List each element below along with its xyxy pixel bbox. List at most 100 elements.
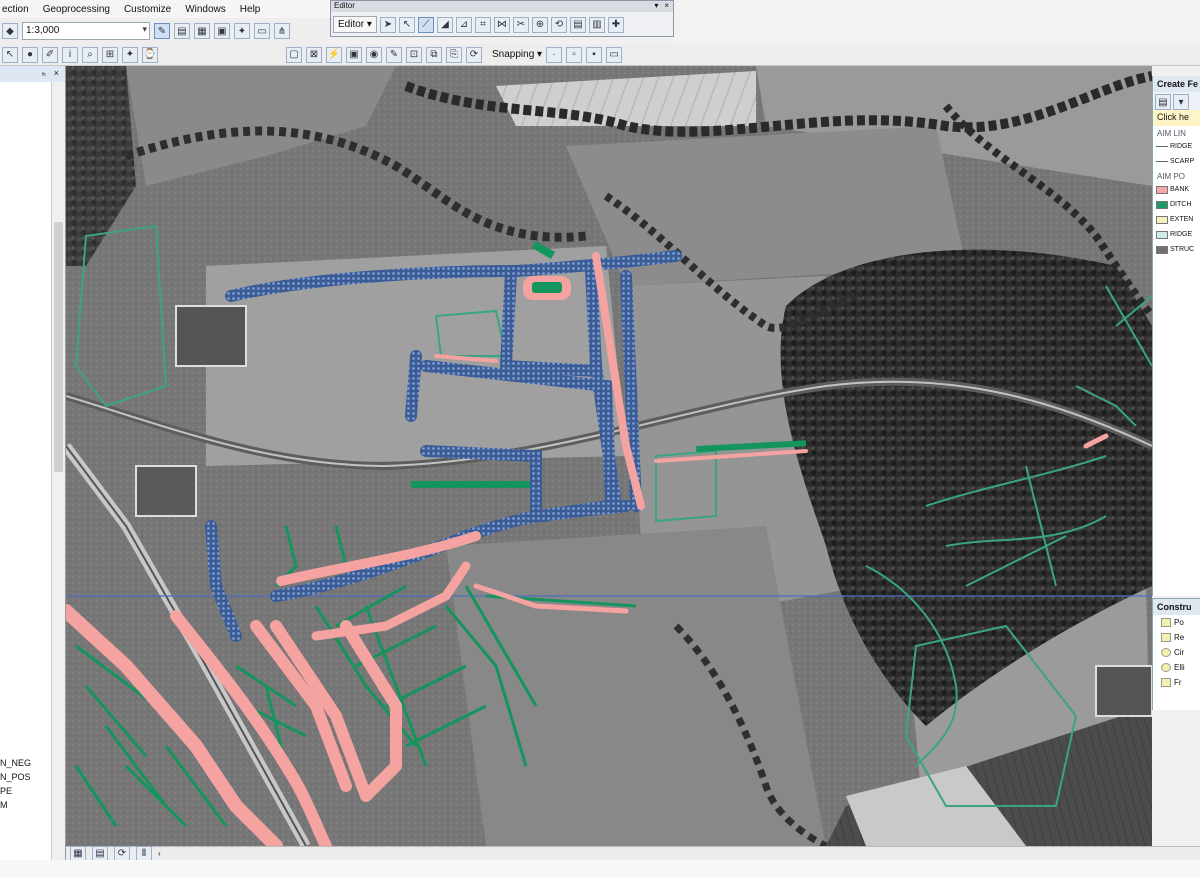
layer-item[interactable]: PE: [0, 784, 52, 798]
add-data-icon[interactable]: ◆: [2, 23, 18, 39]
close-icon[interactable]: ×: [664, 1, 669, 12]
construction-tool-circle[interactable]: Cir: [1153, 645, 1200, 660]
select-elements-icon[interactable]: ↖: [2, 46, 18, 63]
layer-item[interactable]: [0, 742, 52, 756]
template-item-ridge-line[interactable]: RIDGE: [1153, 139, 1200, 154]
edit-tool-icon[interactable]: ➤: [379, 16, 396, 33]
dropdown-icon[interactable]: ▾: [654, 1, 658, 12]
select-features-icon[interactable]: ▢: [286, 46, 302, 63]
time-slider-icon[interactable]: ⌚: [142, 46, 158, 63]
map-scale-value: 1:3,000: [26, 25, 60, 36]
map-status-bar: ▦ ▤ ⟳ Ⅱ ‹: [66, 845, 1200, 862]
find-icon[interactable]: ⌕: [82, 46, 98, 63]
editor-title-text: Editor: [334, 1, 355, 10]
layer-item[interactable]: N_POS: [0, 770, 52, 784]
standard-toolbar: ◆ 1:3,000 ▾ ✎ ▤ ▦ ▣ ✦ ▭ ⋔: [0, 18, 330, 44]
construction-tool-freehand[interactable]: Fr: [1153, 675, 1200, 690]
clear-selection-icon[interactable]: ⊠: [306, 46, 322, 63]
layer-item[interactable]: [0, 812, 52, 826]
polygon-swatch-icon: [1156, 200, 1168, 209]
end-snapping-icon[interactable]: ▫: [566, 46, 583, 63]
pencil-icon[interactable]: ✐: [42, 46, 58, 63]
freehand-tool-icon: [1161, 678, 1171, 687]
ellipse-tool-icon: [1161, 663, 1171, 672]
organize-templates-icon[interactable]: ▤: [1155, 94, 1171, 110]
copy-icon[interactable]: ⧉: [426, 46, 442, 63]
template-item-bank[interactable]: BANK: [1153, 182, 1200, 197]
globe-services-icon[interactable]: ◉: [366, 46, 382, 63]
toc-header: ₕ ×: [0, 66, 65, 82]
template-label: RIDGE: [1170, 143, 1193, 150]
arctoolbox-icon[interactable]: ✦: [234, 23, 250, 39]
polygon-swatch-icon: [1156, 185, 1168, 194]
create-features-hint: Click he: [1153, 110, 1200, 126]
identify-icon[interactable]: i: [62, 46, 78, 63]
tools-toolbar: ↖ ● ✐ i ⌕ ⊞ ✦ ⌚ ▢ ⊠ ⚡ ▣ ◉ ✎ ⊡ ⧉ ⎘ ⟳ Snap…: [0, 44, 1200, 66]
layer-item[interactable]: M: [0, 798, 52, 812]
dropdown-icon[interactable]: ▾: [1173, 94, 1189, 110]
pin-icon[interactable]: ₕ: [42, 68, 46, 82]
layout-icon[interactable]: ⊡: [406, 46, 422, 63]
template-item-ridge[interactable]: RIDGE: [1153, 227, 1200, 242]
refresh-icon[interactable]: ⟳: [466, 46, 482, 63]
template-label: BANK: [1170, 186, 1190, 193]
vertex-snapping-icon[interactable]: ▪: [586, 46, 603, 63]
chevron-down-icon[interactable]: ▾: [142, 24, 147, 35]
construction-tool-rectangle[interactable]: Re: [1153, 630, 1200, 645]
template-item-extent[interactable]: EXTEN: [1153, 212, 1200, 227]
topology-edit-icon[interactable]: ✎: [386, 46, 402, 63]
menu-item-customize[interactable]: Customize: [124, 4, 171, 15]
menu-item-selection[interactable]: ection: [2, 4, 29, 15]
menu-item-geoprocessing[interactable]: Geoprocessing: [43, 4, 110, 15]
tool-label: Fr: [1174, 678, 1182, 687]
menu-item-windows[interactable]: Windows: [185, 4, 226, 15]
aerial-photo-map[interactable]: [66, 66, 1152, 846]
edit-vertices-icon[interactable]: ⌗: [474, 16, 491, 33]
split-icon[interactable]: ⊕: [531, 16, 548, 33]
close-icon[interactable]: ×: [54, 68, 59, 82]
construction-tool-ellipse[interactable]: Elli: [1153, 660, 1200, 675]
layer-item[interactable]: N_NEG: [0, 756, 52, 770]
template-item-ditch[interactable]: DITCH: [1153, 197, 1200, 212]
tool-label: Re: [1174, 633, 1185, 642]
farm-building: [135, 465, 197, 517]
editor-menu-button[interactable]: Editor ▾: [333, 16, 377, 33]
construction-tool-polygon[interactable]: Po: [1153, 615, 1200, 630]
toc-scrollbar[interactable]: [51, 82, 65, 860]
template-group-lines: AIM LIN: [1157, 129, 1186, 138]
template-item-scarp-line[interactable]: SCARP: [1153, 154, 1200, 169]
reshape-icon[interactable]: ⋈: [493, 16, 510, 33]
vertex-icon[interactable]: ◢: [436, 16, 453, 33]
editor-toolbar-icon[interactable]: ✎: [154, 23, 170, 39]
sketch-properties-icon[interactable]: ▥: [588, 16, 605, 33]
python-window-icon[interactable]: ▭: [254, 23, 270, 39]
measure-icon[interactable]: ⊞: [102, 46, 118, 63]
trace-icon[interactable]: ⊿: [455, 16, 472, 33]
cut-polygons-icon[interactable]: ✂: [512, 16, 529, 33]
menu-item-help[interactable]: Help: [240, 4, 261, 15]
attributes-icon[interactable]: ▤: [569, 16, 586, 33]
rotate-icon[interactable]: ⟲: [550, 16, 567, 33]
go-to-xy-icon[interactable]: ✦: [122, 46, 138, 63]
map-scale-input[interactable]: 1:3,000 ▾: [22, 22, 150, 40]
toc-scroll-thumb[interactable]: [54, 222, 63, 472]
model-builder-icon[interactable]: ⋔: [274, 23, 290, 39]
construction-tools-panel: Constru Po Re Cir Elli Fr: [1152, 598, 1200, 710]
table-of-contents-icon[interactable]: ▤: [174, 23, 190, 39]
template-item-structure[interactable]: STRUC: [1153, 242, 1200, 257]
point-snapping-icon[interactable]: ·: [546, 46, 563, 63]
html-popup-icon[interactable]: ▣: [346, 46, 362, 63]
search-window-icon[interactable]: ▣: [214, 23, 230, 39]
scroll-left-icon[interactable]: ‹: [158, 849, 161, 858]
globe-icon[interactable]: ●: [22, 46, 38, 63]
create-features-icon[interactable]: ✚: [607, 16, 624, 33]
catalog-icon[interactable]: ▦: [194, 23, 210, 39]
snapping-menu-button[interactable]: Snapping ▾: [492, 49, 542, 60]
hyperlink-icon[interactable]: ⚡: [326, 46, 342, 63]
create-features-panel: Create Fe ▤ ▾ Click he AIM LIN RIDGE SCA…: [1152, 76, 1200, 596]
straight-segment-icon[interactable]: ⟋: [417, 16, 434, 33]
edge-snapping-icon[interactable]: ▭: [606, 46, 623, 63]
edit-annotation-icon[interactable]: ↖: [398, 16, 415, 33]
map-view[interactable]: [66, 66, 1152, 846]
paste-icon[interactable]: ⎘: [446, 46, 462, 63]
